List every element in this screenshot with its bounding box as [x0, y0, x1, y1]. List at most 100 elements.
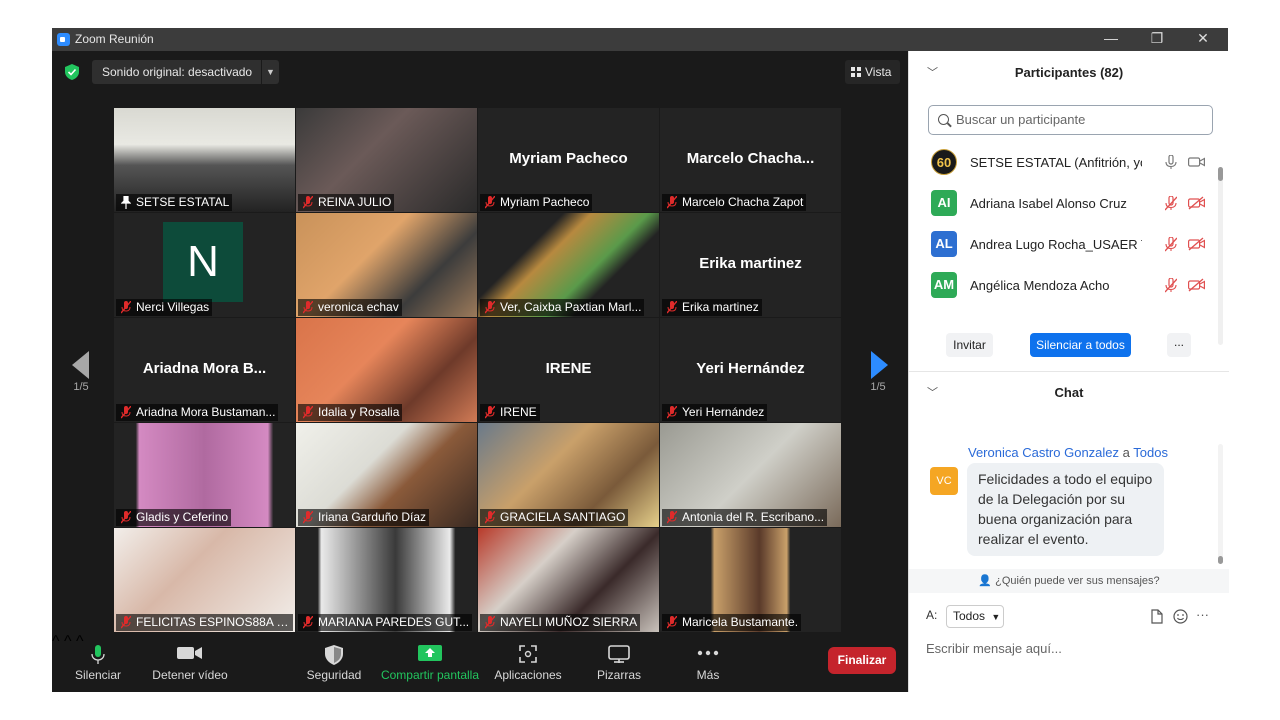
- emoji-icon[interactable]: [1173, 609, 1188, 624]
- participant-name-text: Myriam Pacheco: [500, 195, 590, 209]
- participant-video-tile[interactable]: MARIANA PAREDES GUT...: [296, 528, 477, 632]
- participant-avatar: AM: [931, 272, 957, 298]
- original-sound-button[interactable]: Sonido original: desactivado ▼: [92, 60, 279, 84]
- muted-microphone-icon[interactable]: [1165, 237, 1177, 252]
- chat-message-input[interactable]: Escribir mensaje aquí...: [926, 641, 1062, 656]
- participant-video-tile[interactable]: Idalia y Rosalia: [296, 318, 477, 422]
- participant-list-item[interactable]: AI Adriana Isabel Alonso Cruz: [909, 183, 1221, 224]
- apps-icon: [519, 645, 537, 663]
- who-can-see-label: ¿Quién puede ver sus mensajes?: [995, 575, 1160, 587]
- participant-list-name: Andrea Lugo Rocha_USAER T: [970, 237, 1142, 252]
- next-page-arrow-icon[interactable]: [871, 351, 888, 379]
- whiteboards-button[interactable]: Pizarras: [590, 633, 648, 692]
- chat-recipient-select[interactable]: Todos ▼: [946, 605, 1004, 628]
- participants-title: Participantes (82): [1014, 65, 1124, 80]
- participant-display-name: Marcelo Chacha...: [686, 150, 815, 167]
- collapse-chat-chevron-icon[interactable]: ﹀: [927, 373, 938, 413]
- participant-name-label: Iriana Garduño Díaz: [298, 509, 430, 526]
- participant-video-tile[interactable]: Erika martinez Erika martinez: [660, 213, 841, 317]
- participant-video-tile[interactable]: Myriam Pacheco Myriam Pacheco: [478, 108, 659, 212]
- muted-microphone-icon: [667, 406, 677, 419]
- participant-display-name: Myriam Pacheco: [509, 150, 628, 167]
- participant-name-label: Gladis y Ceferino: [116, 509, 232, 526]
- participant-video-tile[interactable]: Yeri Hernández Yeri Hernández: [660, 318, 841, 422]
- invite-button[interactable]: Invitar: [946, 333, 993, 357]
- muted-microphone-icon: [303, 616, 313, 629]
- participant-video-tile[interactable]: Marcelo Chacha... Marcelo Chacha Zapot: [660, 108, 841, 212]
- participant-list-item[interactable]: AL Andrea Lugo Rocha_USAER T: [909, 224, 1221, 265]
- encryption-shield-icon[interactable]: [65, 64, 79, 80]
- scrollbar-thumb[interactable]: [1218, 556, 1223, 564]
- participant-video-tile[interactable]: REINA JULIO: [296, 108, 477, 212]
- participant-name-label: IRENE: [480, 404, 540, 421]
- participant-video-tile[interactable]: Iriana Garduño Díaz: [296, 423, 477, 527]
- participant-list-item[interactable]: AM Angélica Mendoza Acho: [909, 265, 1221, 306]
- participant-avatar: AI: [931, 190, 957, 216]
- participant-list-item[interactable]: 60 SETSE ESTATAL (Anfitrión, yo): [909, 142, 1221, 183]
- video-camera-icon[interactable]: [1188, 155, 1205, 169]
- participant-video-tile[interactable]: Antonia del R. Escribano...: [660, 423, 841, 527]
- participant-name-text: veronica echav: [318, 300, 399, 314]
- who-can-see-messages-link[interactable]: 👤 ¿Quién puede ver sus mensajes?: [909, 569, 1229, 593]
- video-off-icon[interactable]: [1188, 196, 1205, 210]
- grid-view-icon: [851, 67, 861, 77]
- video-gallery-grid: SETSE ESTATAL REINA JULIO Myriam Pacheco My…: [114, 108, 843, 633]
- participant-name-label: Ariadna Mora Bustaman...: [116, 404, 279, 421]
- participant-video-tile[interactable]: NAYELI MUÑOZ SIERRA: [478, 528, 659, 632]
- participant-search-input[interactable]: Buscar un participante: [928, 105, 1213, 135]
- view-button[interactable]: Vista: [845, 60, 900, 84]
- chat-recipient-value: Todos: [953, 609, 986, 623]
- stop-video-button[interactable]: Detener vídeo: [150, 633, 230, 692]
- participant-name-label: Erika martinez: [662, 299, 762, 316]
- audio-options-chevron-icon[interactable]: ^: [52, 633, 60, 650]
- mute-all-button[interactable]: Silenciar a todos: [1030, 333, 1131, 357]
- participant-video-tile[interactable]: Ariadna Mora B... Ariadna Mora Bustaman..…: [114, 318, 295, 422]
- security-button[interactable]: Seguridad: [304, 633, 364, 692]
- participant-video-tile[interactable]: Ver, Caixba Paxtian Marl...: [478, 213, 659, 317]
- collapse-participants-chevron-icon[interactable]: ﹀: [927, 53, 938, 93]
- end-meeting-button[interactable]: Finalizar: [828, 647, 896, 674]
- chevron-down-icon[interactable]: ▼: [261, 60, 279, 84]
- participant-video-tile[interactable]: Maricela Bustamante.: [660, 528, 841, 632]
- chat-sender-name[interactable]: Veronica Castro Gonzalez: [968, 445, 1119, 460]
- restore-icon[interactable]: ❐: [1134, 28, 1180, 51]
- video-off-icon[interactable]: [1188, 237, 1205, 251]
- scrollbar-thumb[interactable]: [1218, 167, 1223, 181]
- window-title: Zoom Reunión: [75, 32, 154, 46]
- pager-right: 1/5: [868, 351, 888, 393]
- chat-sender-avatar: VC: [930, 467, 958, 495]
- participant-video-tile[interactable]: IRENE IRENE: [478, 318, 659, 422]
- participants-header: ﹀ Participantes (82): [909, 53, 1229, 93]
- video-camera-icon: [177, 647, 202, 659]
- participant-video-tile[interactable]: GRACIELA SANTIAGO: [478, 423, 659, 527]
- zoom-logo-icon: [57, 33, 70, 46]
- participant-video-tile[interactable]: Gladis y Ceferino: [114, 423, 295, 527]
- participant-name-text: Erika martinez: [682, 300, 759, 314]
- close-icon[interactable]: ✕: [1180, 28, 1226, 51]
- mute-button[interactable]: Silenciar: [70, 633, 126, 692]
- video-off-icon[interactable]: [1188, 278, 1205, 292]
- previous-page-arrow-icon[interactable]: [72, 351, 89, 379]
- minimize-icon[interactable]: —: [1088, 28, 1134, 51]
- share-screen-button[interactable]: Compartir pantalla: [378, 633, 482, 692]
- participants-more-button[interactable]: ...: [1167, 333, 1191, 357]
- search-icon: [938, 114, 949, 125]
- participant-video-tile[interactable]: veronica echav: [296, 213, 477, 317]
- chat-scrollbar[interactable]: [1218, 444, 1223, 564]
- participant-name-label: FELICITAS ESPINOS88A P...: [116, 614, 293, 631]
- apps-button[interactable]: Aplicaciones: [492, 633, 564, 692]
- participant-name-label: MARIANA PAREDES GUT...: [298, 614, 473, 631]
- more-button[interactable]: Más: [682, 633, 734, 692]
- participant-list-scrollbar[interactable]: [1218, 167, 1223, 345]
- participant-video-tile[interactable]: SETSE ESTATAL: [114, 108, 295, 212]
- file-icon[interactable]: [1151, 609, 1163, 624]
- chat-to-word: a: [1122, 445, 1130, 460]
- microphone-icon[interactable]: [1165, 155, 1177, 170]
- muted-microphone-icon[interactable]: [1165, 196, 1177, 211]
- muted-microphone-icon[interactable]: [1165, 278, 1177, 293]
- participant-video-tile[interactable]: N Nerci Villegas: [114, 213, 295, 317]
- chat-more-icon[interactable]: ···: [1196, 607, 1209, 622]
- share-screen-icon: [418, 645, 442, 661]
- participant-video-tile[interactable]: FELICITAS ESPINOS88A P...: [114, 528, 295, 632]
- apps-label: Aplicaciones: [494, 668, 562, 682]
